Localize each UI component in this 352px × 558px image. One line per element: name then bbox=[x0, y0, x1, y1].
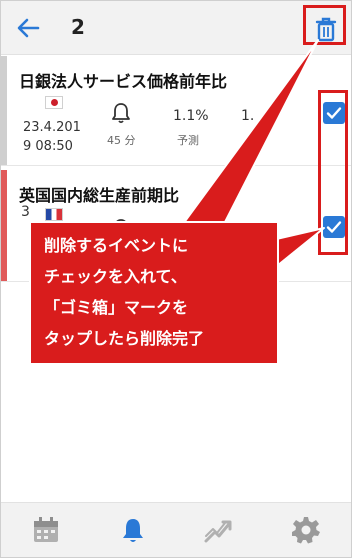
event-row[interactable]: 日銀法人サービス価格前年比 23.4.201 9 08:50 45 分 1.1%… bbox=[1, 56, 351, 166]
calendar-icon[interactable] bbox=[31, 515, 61, 545]
forecast-value: 1.1% bbox=[173, 108, 209, 124]
bell-icon[interactable] bbox=[118, 515, 148, 545]
callout-line-1: 削除するイベントに bbox=[44, 236, 189, 255]
callout-text: 削除するイベントに チェックを入れて、 「ゴミ箱」マークを タップしたら削除完了 bbox=[44, 230, 276, 354]
gear-icon[interactable] bbox=[291, 515, 321, 545]
event-datetime: 23.4.201 9 08:50 bbox=[23, 118, 81, 156]
callout-line-4: タップしたら削除完了 bbox=[44, 329, 205, 348]
france-flag-icon bbox=[45, 208, 63, 221]
bell-icon bbox=[111, 102, 131, 124]
callout-line-3: 「ゴミ箱」マークを bbox=[44, 298, 189, 317]
importance-stripe bbox=[1, 170, 7, 281]
bottom-nav bbox=[1, 502, 351, 557]
extra-value: 1. bbox=[241, 108, 255, 124]
app-header: 2 bbox=[1, 1, 351, 55]
highlight-trash-box bbox=[303, 5, 346, 45]
importance-stripe bbox=[1, 56, 7, 165]
arrow-left-icon[interactable] bbox=[13, 13, 43, 43]
alert-minutes: 45 分 bbox=[107, 134, 136, 147]
trend-icon[interactable] bbox=[203, 515, 233, 545]
event-datetime: 3 bbox=[21, 204, 30, 220]
callout-line-2: チェックを入れて、 bbox=[44, 267, 187, 286]
date-line-2: 9 08:50 bbox=[23, 139, 73, 154]
highlight-checkbox-box bbox=[318, 90, 348, 255]
japan-flag-icon bbox=[45, 96, 63, 109]
forecast-label: 予測 bbox=[177, 134, 199, 147]
date-line-1: 23.4.201 bbox=[23, 120, 81, 135]
event-title: 英国国内総生産前期比 bbox=[19, 186, 180, 205]
event-title: 日銀法人サービス価格前年比 bbox=[19, 72, 228, 91]
selected-count: 2 bbox=[71, 15, 85, 39]
